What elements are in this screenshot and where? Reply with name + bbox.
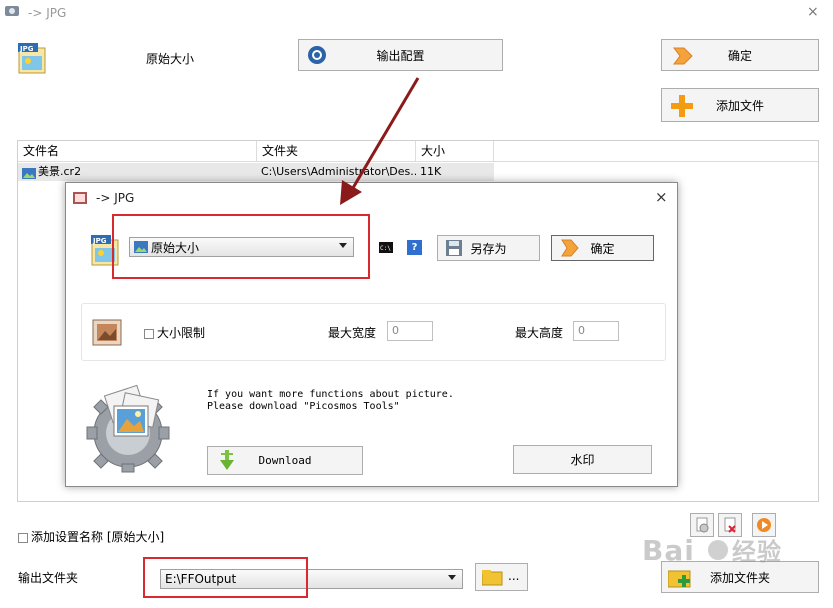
annotation-arrow xyxy=(340,77,420,205)
